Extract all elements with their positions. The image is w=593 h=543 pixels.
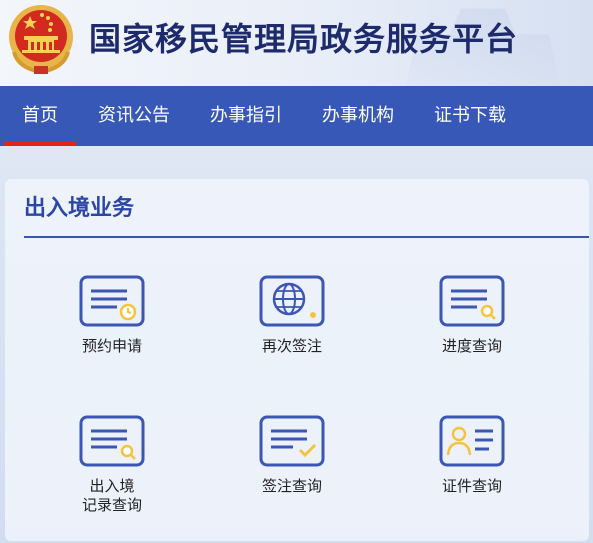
service-endorsement-query[interactable]: 签注查询: [232, 415, 352, 496]
service-label: 进度查询: [441, 337, 502, 355]
divider: [24, 236, 589, 238]
id-card-icon: [439, 415, 505, 467]
card-check-icon: [259, 415, 325, 467]
card-clock-icon: [79, 275, 145, 327]
service-re-endorsement[interactable]: 再次签注: [232, 275, 352, 356]
national-emblem-icon: [9, 5, 73, 75]
site-header: 国家移民管理局政务服务平台: [0, 0, 593, 86]
card-search-icon: [439, 275, 505, 327]
nav-item-offices[interactable]: 办事机构: [313, 86, 403, 146]
service-label: 出入境 记录查询: [52, 477, 172, 515]
service-document-query[interactable]: 证件查询: [412, 415, 532, 496]
panel-title: 出入境业务: [24, 196, 135, 221]
nav-item-guide[interactable]: 办事指引: [201, 86, 291, 146]
service-entry-exit-record-query[interactable]: 出入境 记录查询: [52, 415, 172, 515]
main-nav: 首页 资讯公告 办事指引 办事机构 证书下载: [0, 86, 593, 146]
nav-item-news[interactable]: 资讯公告: [89, 86, 179, 146]
service-label: 证件查询: [441, 477, 502, 495]
service-label-line: 出入境: [89, 477, 135, 495]
nav-item-certificate-download[interactable]: 证书下载: [425, 86, 515, 146]
service-label-line: 记录查询: [81, 496, 142, 514]
service-label: 再次签注: [261, 337, 322, 355]
service-progress-query[interactable]: 进度查询: [412, 275, 532, 356]
service-label: 签注查询: [261, 477, 322, 495]
globe-card-icon: [259, 275, 325, 327]
service-label: 预约申请: [81, 337, 142, 355]
site-title: 国家移民管理局政务服务平台: [89, 20, 519, 58]
exit-entry-services-panel: 出入境业务 预约申请 再次签注 进度查询 出入境 记录查询 签注查询 证件查询: [5, 179, 589, 541]
service-appointment[interactable]: 预约申请: [52, 275, 172, 356]
nav-item-home[interactable]: 首页: [4, 86, 76, 146]
card-search-icon: [79, 415, 145, 467]
